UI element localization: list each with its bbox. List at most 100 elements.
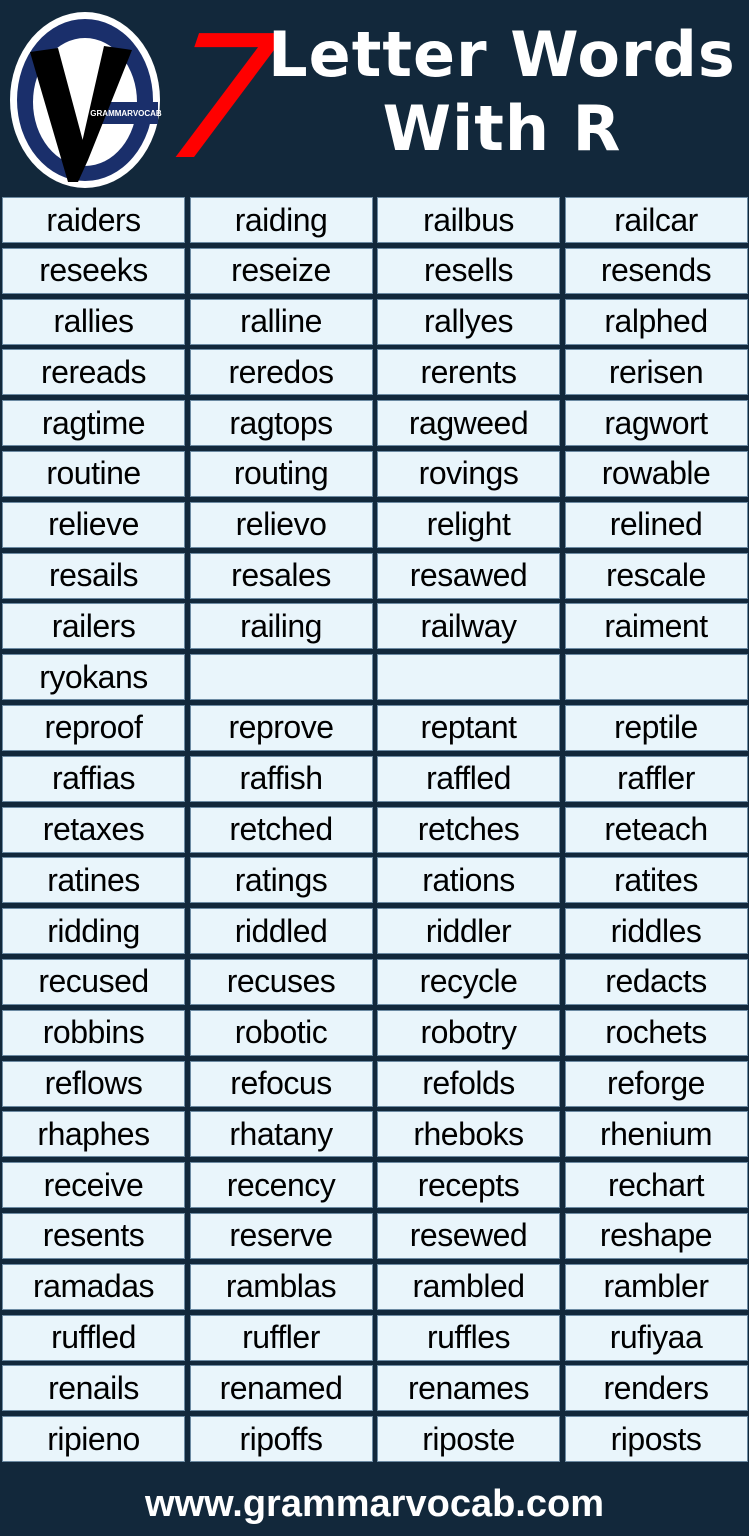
- word-cell: refolds: [377, 1060, 560, 1107]
- word-cell: redacts: [564, 958, 748, 1005]
- word-cell: refocus: [189, 1060, 373, 1107]
- word-grid: raiders raiding railbus railcar reseeks resei…: [2, 197, 748, 1463]
- word-cell: robotry: [377, 1009, 560, 1056]
- word-cell: ratites: [564, 857, 748, 904]
- word-cell: riddler: [377, 908, 560, 955]
- word-cell: riddled: [189, 908, 373, 955]
- word-cell: recency: [189, 1162, 373, 1209]
- word-cell: rovings: [377, 450, 560, 497]
- word-cell: ramadas: [2, 1263, 185, 1310]
- empty-cell: [189, 654, 373, 701]
- word-cell: rambler: [564, 1263, 748, 1310]
- word-cell: raiders: [2, 197, 185, 243]
- title-line-1: Letter Words: [268, 18, 736, 91]
- word-cell: ralline: [189, 298, 373, 345]
- word-cell: ruffles: [377, 1314, 560, 1361]
- header: GRAMMARVOCAB 7 Letter Words With R: [0, 0, 749, 198]
- word-cell: renails: [2, 1365, 185, 1412]
- word-cell: recycle: [377, 958, 560, 1005]
- word-cell: renders: [564, 1365, 748, 1412]
- word-cell: relined: [564, 501, 748, 548]
- word-cell: riddles: [564, 908, 748, 955]
- word-cell: ralphed: [564, 298, 748, 345]
- word-cell: renamed: [189, 1365, 373, 1412]
- word-cell: rambled: [377, 1263, 560, 1310]
- word-cell: reshape: [564, 1212, 748, 1259]
- word-cell: reflows: [2, 1060, 185, 1107]
- word-cell: railing: [189, 603, 373, 650]
- word-cell: raiment: [564, 603, 748, 650]
- word-cell: rerents: [377, 349, 560, 396]
- word-cell: routing: [189, 450, 373, 497]
- word-cell: recuses: [189, 958, 373, 1005]
- word-cell: raffias: [2, 755, 185, 802]
- word-cell: rereads: [2, 349, 185, 396]
- word-cell: relieve: [2, 501, 185, 548]
- word-cell: resewed: [377, 1212, 560, 1259]
- word-cell: railers: [2, 603, 185, 650]
- word-cell: ramblas: [189, 1263, 373, 1310]
- word-cell: ridding: [2, 908, 185, 955]
- title-line-2: With R: [382, 92, 622, 165]
- word-cell: resales: [189, 552, 373, 599]
- word-cell: rochets: [564, 1009, 748, 1056]
- word-cell: raiding: [189, 197, 373, 243]
- word-cell: rechart: [564, 1162, 748, 1209]
- word-cell: recepts: [377, 1162, 560, 1209]
- word-cell: ruffler: [189, 1314, 373, 1361]
- word-cell: relievo: [189, 501, 373, 548]
- word-cell: reforge: [564, 1060, 748, 1107]
- word-cell: ragtime: [2, 400, 185, 447]
- grammarvocab-logo-icon: GRAMMARVOCAB: [10, 12, 162, 188]
- word-cell: routine: [2, 450, 185, 497]
- word-cell: railcar: [564, 197, 748, 243]
- word-cell: robbins: [2, 1009, 185, 1056]
- word-cell: ragweed: [377, 400, 560, 447]
- word-cell: reproof: [2, 704, 185, 751]
- word-cell: recused: [2, 958, 185, 1005]
- word-cell: resells: [377, 247, 560, 294]
- word-cell: rallies: [2, 298, 185, 345]
- word-cell: relight: [377, 501, 560, 548]
- word-cell: rescale: [564, 552, 748, 599]
- word-cell: raffler: [564, 755, 748, 802]
- word-cell: raffled: [377, 755, 560, 802]
- word-cell: rheboks: [377, 1111, 560, 1158]
- word-cell: retaxes: [2, 806, 185, 853]
- word-cell: reptant: [377, 704, 560, 751]
- word-cell: retches: [377, 806, 560, 853]
- word-cell: resents: [2, 1212, 185, 1259]
- word-cell: receive: [2, 1162, 185, 1209]
- empty-cell: [377, 654, 560, 701]
- word-cell: ragwort: [564, 400, 748, 447]
- word-cell: resails: [2, 552, 185, 599]
- footer-url: www.grammarvocab.com: [145, 1483, 604, 1525]
- word-cell: retched: [189, 806, 373, 853]
- word-cell: railway: [377, 603, 560, 650]
- word-cell: reteach: [564, 806, 748, 853]
- word-cell: reseeks: [2, 247, 185, 294]
- word-cell: reserve: [189, 1212, 373, 1259]
- word-cell: railbus: [377, 197, 560, 243]
- word-cell: reprove: [189, 704, 373, 751]
- word-cell: ratines: [2, 857, 185, 904]
- word-cell: reptile: [564, 704, 748, 751]
- word-cell: ruffled: [2, 1314, 185, 1361]
- word-cell: ragtops: [189, 400, 373, 447]
- word-cell: resawed: [377, 552, 560, 599]
- word-cell: reseize: [189, 247, 373, 294]
- word-cell: ripieno: [2, 1416, 185, 1463]
- word-cell: rowable: [564, 450, 748, 497]
- word-cell: rhatany: [189, 1111, 373, 1158]
- empty-cell: [564, 654, 748, 701]
- word-cell: robotic: [189, 1009, 373, 1056]
- word-cell: riposte: [377, 1416, 560, 1463]
- word-cell: renames: [377, 1365, 560, 1412]
- word-cell: ratings: [189, 857, 373, 904]
- word-cell: rhenium: [564, 1111, 748, 1158]
- word-cell: raffish: [189, 755, 373, 802]
- word-cell: rufiyaa: [564, 1314, 748, 1361]
- logo-text: GRAMMARVOCAB: [90, 109, 162, 118]
- page-title: Letter Words With R: [262, 18, 742, 166]
- word-cell: reredos: [189, 349, 373, 396]
